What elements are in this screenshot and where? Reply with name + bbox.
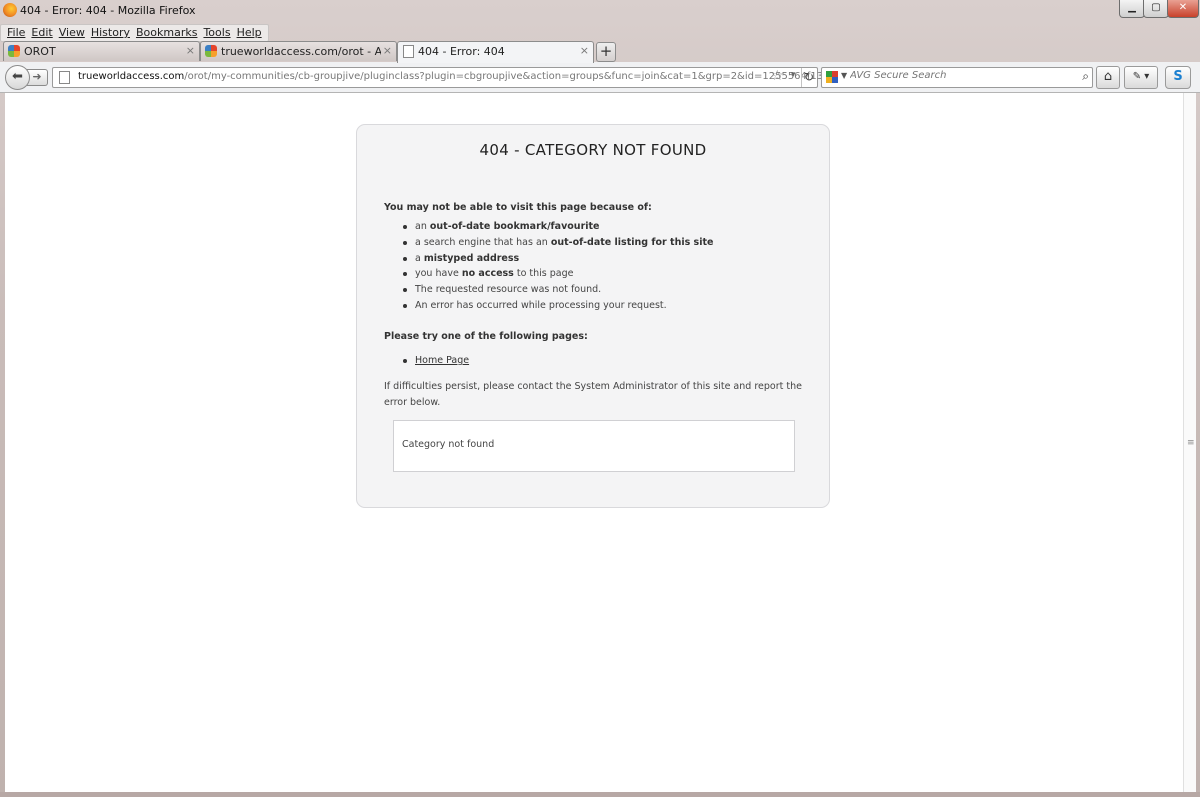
search-engine-dropdown-icon[interactable]: ▼	[841, 71, 847, 80]
try-pages-heading: Please try one of the following pages:	[384, 331, 588, 342]
url-dropdown-icon[interactable]: ▾	[791, 70, 796, 80]
scrollbar-grip-icon[interactable]: ≡	[1187, 438, 1195, 448]
navigation-toolbar: ➜ ⬅ trueworldaccess.com/orot/my-communit…	[0, 62, 1200, 93]
page-title: 404 - CATEGORY NOT FOUND	[479, 141, 707, 159]
back-button[interactable]: ⬅	[5, 65, 30, 90]
tab-label: OROT	[24, 45, 56, 58]
firefox-icon	[3, 3, 17, 17]
back-forward-group: ➜ ⬅	[5, 65, 48, 90]
menu-tools[interactable]: Tools	[200, 25, 233, 40]
home-page-link[interactable]: Home Page	[415, 355, 469, 366]
new-tab-button[interactable]: +	[596, 42, 616, 62]
search-icon[interactable]: ⌕	[1082, 69, 1089, 84]
tab-administration[interactable]: trueworldaccess.com/orot - Administ... ×	[200, 41, 397, 61]
tab-orot[interactable]: OROT ×	[3, 41, 200, 61]
bookmark-star-icon[interactable]: ☆	[771, 68, 784, 84]
joomla-icon	[205, 45, 217, 57]
page-icon	[403, 45, 414, 58]
tab-error-404[interactable]: 404 - Error: 404 ×	[397, 41, 594, 63]
tab-label: 404 - Error: 404	[418, 45, 505, 58]
error-detail-box: Category not found	[393, 420, 795, 472]
list-item: The requested resource was not found.	[384, 282, 713, 298]
list-item: An error has occurred while processing y…	[384, 298, 713, 314]
close-tab-icon[interactable]: ×	[186, 44, 195, 57]
home-button[interactable]: ⌂	[1096, 66, 1120, 89]
close-tab-icon[interactable]: ×	[383, 44, 392, 57]
persist-message: If difficulties persist, please contact …	[384, 381, 802, 408]
vertical-scrollbar[interactable]: ≡	[1183, 93, 1196, 792]
menu-edit[interactable]: Edit	[28, 25, 55, 40]
menu-view[interactable]: View	[56, 25, 88, 40]
addon-button[interactable]: ✎ ▾	[1124, 66, 1158, 89]
page-content: 404 - CATEGORY NOT FOUND You may not be …	[5, 93, 1183, 792]
tab-strip: OROT × trueworldaccess.com/orot - Admini…	[0, 41, 1200, 63]
title-bar: 404 - Error: 404 - Mozilla Firefox ▁ ▢ ✕	[0, 0, 1200, 22]
window-bottom-edge	[0, 792, 1200, 797]
menu-bar: File Edit View History Bookmarks Tools Help	[0, 24, 269, 42]
url-domain: trueworldaccess.com	[78, 71, 185, 82]
joomla-icon	[8, 45, 20, 57]
forward-button[interactable]: ➜	[27, 69, 48, 86]
menu-file[interactable]: File	[4, 25, 28, 40]
search-bar[interactable]: ▼ ⌕	[821, 67, 1093, 88]
reason-list: an out-of-date bookmark/favourite a sear…	[384, 219, 713, 314]
list-item: a search engine that has an out-of-date …	[384, 235, 713, 251]
page-list: Home Page	[384, 353, 469, 368]
url-text[interactable]: trueworldaccess.com/orot/my-communities/…	[78, 71, 876, 82]
close-window-button[interactable]: ✕	[1167, 0, 1199, 18]
window-title: 404 - Error: 404 - Mozilla Firefox	[20, 4, 196, 17]
avg-engine-icon[interactable]	[826, 71, 838, 83]
browser-window: 404 - Error: 404 - Mozilla Firefox ▁ ▢ ✕…	[0, 0, 1200, 797]
error-detail-text: Category not found	[402, 439, 495, 450]
list-item: a mistyped address	[384, 251, 713, 267]
url-bar[interactable]: trueworldaccess.com/orot/my-communities/…	[52, 67, 876, 88]
menu-history[interactable]: History	[88, 25, 133, 40]
list-item: an out-of-date bookmark/favourite	[384, 219, 713, 235]
tab-label: trueworldaccess.com/orot - Administ...	[221, 45, 381, 58]
search-input[interactable]	[850, 70, 1070, 81]
maximize-button[interactable]: ▢	[1143, 0, 1169, 18]
page-icon	[59, 71, 70, 84]
error-box: 404 - CATEGORY NOT FOUND You may not be …	[356, 124, 830, 508]
close-tab-icon[interactable]: ×	[580, 44, 589, 57]
reload-icon[interactable]: ↻	[801, 68, 816, 87]
skype-icon[interactable]: S	[1165, 66, 1191, 89]
menu-bookmarks[interactable]: Bookmarks	[133, 25, 200, 40]
minimize-button[interactable]: ▁	[1119, 0, 1145, 18]
reason-heading: You may not be able to visit this page b…	[384, 202, 652, 213]
list-item: you have no access to this page	[384, 266, 713, 282]
list-item: Home Page	[384, 353, 469, 368]
menu-help[interactable]: Help	[234, 25, 265, 40]
